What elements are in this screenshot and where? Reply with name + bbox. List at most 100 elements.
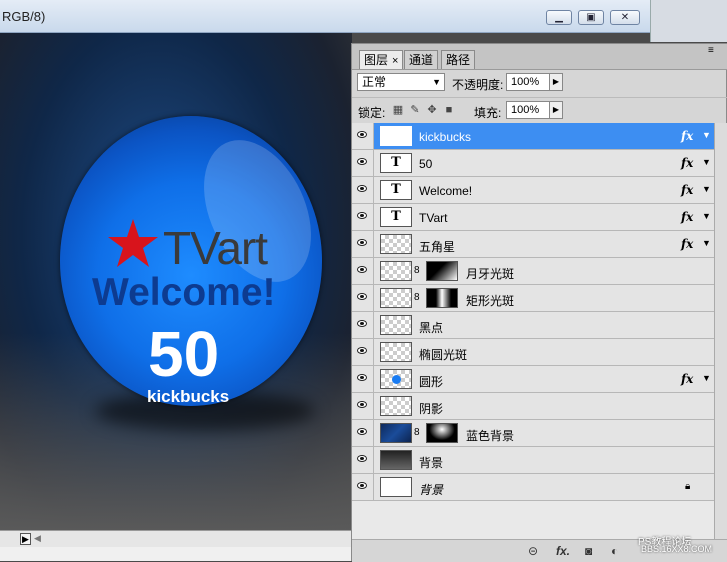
visibility-toggle[interactable] (352, 150, 374, 176)
layer-row[interactable]: T Welcome! fx ▼ (352, 177, 714, 204)
document-canvas[interactable]: TVart Welcome! 50 kickbucks (0, 33, 352, 530)
add-mask-icon[interactable]: ◙ (585, 544, 592, 558)
visibility-toggle[interactable] (352, 420, 374, 446)
scroll-left-icon[interactable]: ◀ (34, 533, 41, 544)
layer-row[interactable]: T 50 fx ▼ (352, 150, 714, 177)
layer-thumbnail[interactable] (380, 234, 412, 254)
layer-row[interactable]: 椭圆光斑 (352, 339, 714, 366)
tab-close-icon[interactable]: × (392, 55, 398, 67)
layer-effects-icon[interactable]: fx (681, 129, 693, 143)
layer-thumbnail[interactable]: T (380, 153, 412, 173)
layer-row[interactable]: 阴影 (352, 393, 714, 420)
layer-row[interactable]: Tkickbucks fx ▼ (352, 123, 714, 150)
tab-paths[interactable]: 路径 (441, 50, 476, 69)
play-arrow-icon[interactable]: ▶ (20, 533, 31, 545)
layer-thumbnail[interactable]: T (380, 207, 412, 227)
layer-mask-thumbnail[interactable] (426, 288, 458, 308)
eye-icon (357, 320, 367, 327)
layer-effects-icon[interactable]: fx (681, 156, 693, 170)
mask-link-icon[interactable]: 8 (414, 265, 420, 276)
tab-paths-label: 路径 (446, 53, 471, 67)
expand-effects-icon[interactable]: ▼ (702, 211, 711, 221)
expand-effects-icon[interactable]: ▼ (702, 184, 711, 194)
layer-thumbnail[interactable]: T (380, 126, 412, 146)
expand-effects-icon[interactable]: ▼ (702, 373, 711, 383)
layer-thumbnail[interactable] (380, 423, 412, 443)
horizontal-scrollbar[interactable]: ▶ ◀ (0, 530, 352, 548)
adjustment-layer-icon[interactable]: ◐ (611, 544, 618, 558)
visibility-toggle[interactable] (352, 177, 374, 203)
visibility-toggle[interactable] (352, 204, 374, 230)
layer-thumbnail[interactable] (380, 315, 412, 335)
layer-name: 月牙光斑 (466, 267, 515, 281)
layer-effects-icon[interactable]: fx (681, 237, 693, 251)
panel-tabs: 图层 × 通道 路径 ≡ (352, 44, 727, 70)
visibility-toggle[interactable] (352, 447, 374, 473)
restore-icon[interactable]: ▣ (578, 10, 604, 25)
tab-channels[interactable]: 通道 (404, 50, 439, 69)
close-icon[interactable]: ✕ (610, 10, 640, 25)
visibility-toggle[interactable] (352, 231, 374, 257)
opacity-field[interactable]: 100% (506, 73, 550, 91)
layer-row[interactable]: 8 月牙光斑 (352, 258, 714, 285)
visibility-toggle[interactable] (352, 393, 374, 419)
layer-name: 50 (419, 157, 433, 171)
opacity-slider-icon[interactable]: ▶ (549, 73, 563, 91)
lock-pixels-icon[interactable]: ✎ (409, 104, 421, 116)
add-style-icon[interactable]: fx. (556, 544, 570, 558)
mask-link-icon[interactable]: 8 (414, 427, 420, 438)
layer-row[interactable]: 8 蓝色背景 (352, 420, 714, 447)
eye-icon (357, 455, 367, 462)
layer-thumbnail[interactable] (380, 450, 412, 470)
visibility-toggle[interactable] (352, 123, 374, 149)
layer-row[interactable]: 圆形 fx ▼ (352, 366, 714, 393)
eye-icon (357, 401, 367, 408)
layer-row[interactable]: 黑点 (352, 312, 714, 339)
layer-mask-thumbnail[interactable] (426, 261, 458, 281)
layer-name: 阴影 (419, 402, 444, 416)
layer-effects-icon[interactable]: fx (681, 372, 693, 386)
visibility-toggle[interactable] (352, 258, 374, 284)
star-icon (108, 219, 158, 267)
visibility-toggle[interactable] (352, 474, 374, 500)
panel-menu-icon[interactable]: ≡ (708, 45, 722, 57)
fill-field[interactable]: 100% (506, 101, 550, 119)
layer-effects-icon[interactable]: fx (681, 183, 693, 197)
lock-transparency-icon[interactable]: ▦ (392, 104, 404, 116)
layer-thumbnail[interactable] (380, 477, 412, 497)
fill-slider-icon[interactable]: ▶ (549, 101, 563, 119)
lock-all-icon[interactable]: ■ (443, 104, 455, 116)
layer-name: 背景 (419, 456, 444, 470)
layer-name: 椭圆光斑 (419, 348, 468, 362)
layer-mask-thumbnail[interactable] (426, 423, 458, 443)
expand-effects-icon[interactable]: ▼ (702, 157, 711, 167)
brand-text: TVart (163, 222, 268, 274)
layer-row[interactable]: 背景 🔒︎ (352, 474, 714, 501)
visibility-toggle[interactable] (352, 366, 374, 392)
layer-thumbnail[interactable] (380, 396, 412, 416)
layer-thumbnail[interactable] (380, 288, 412, 308)
visibility-toggle[interactable] (352, 339, 374, 365)
layer-effects-icon[interactable]: fx (681, 210, 693, 224)
layer-name: Welcome! (419, 184, 473, 198)
layer-thumbnail[interactable] (380, 261, 412, 281)
layer-row[interactable]: 8 矩形光斑 (352, 285, 714, 312)
minimize-icon[interactable]: ▁ (546, 10, 572, 25)
layers-scrollbar[interactable] (714, 123, 727, 551)
mask-link-icon[interactable]: 8 (414, 292, 420, 303)
expand-effects-icon[interactable]: ▼ (702, 238, 711, 248)
tab-layers[interactable]: 图层 × (359, 50, 404, 69)
layer-thumbnail[interactable] (380, 369, 412, 389)
blend-mode-select[interactable]: 正常 ▼ (357, 73, 445, 91)
lock-icon: 🔒︎ (685, 481, 691, 492)
layer-row[interactable]: 背景 (352, 447, 714, 474)
lock-position-icon[interactable]: ✥ (426, 104, 438, 116)
layer-thumbnail[interactable]: T (380, 180, 412, 200)
link-layers-icon[interactable]: ⊝ (528, 544, 538, 558)
visibility-toggle[interactable] (352, 312, 374, 338)
layer-thumbnail[interactable] (380, 342, 412, 362)
layer-row[interactable]: 五角星 fx ▼ (352, 231, 714, 258)
layer-row[interactable]: T TVart fx ▼ (352, 204, 714, 231)
visibility-toggle[interactable] (352, 285, 374, 311)
expand-effects-icon[interactable]: ▼ (702, 130, 711, 140)
